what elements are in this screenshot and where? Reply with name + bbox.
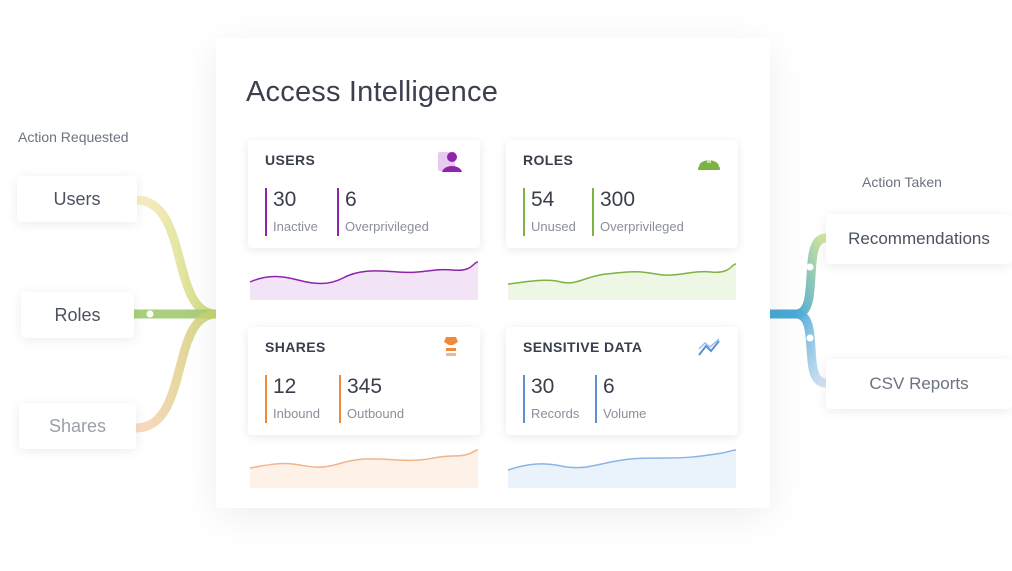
requested-users[interactable]: Users (17, 176, 137, 222)
metric-value: 54 (531, 188, 555, 211)
metric-label: Inactive (273, 219, 318, 234)
metric-value: 30 (273, 188, 297, 211)
shares-card[interactable]: SHARES 12 Inbound 345 Outbound (248, 327, 480, 435)
shares-card-title: SHARES (265, 339, 326, 355)
share-stack-icon (444, 337, 458, 356)
users-card-title: USERS (265, 152, 316, 168)
users-inactive-metric: 30 Inactive (265, 188, 318, 236)
metric-value: 6 (345, 188, 357, 211)
hard-hat-icon (698, 156, 720, 170)
users-card[interactable]: USERS 30 Inactive 6 Overprivileged (248, 140, 480, 248)
shares-flow (135, 309, 217, 433)
metric-label: Overprivileged (345, 219, 429, 234)
metric-value: 300 (600, 188, 636, 211)
taken-csv-reports[interactable]: CSV Reports (826, 359, 1012, 409)
requested-shares[interactable]: Shares (19, 403, 136, 449)
metric-label: Records (531, 406, 580, 421)
users-flow (135, 195, 217, 319)
trend-icon (698, 338, 720, 356)
roles-card[interactable]: ROLES 54 Unused 300 Overprivileged (506, 140, 738, 248)
metric-label: Volume (603, 406, 647, 421)
sensitive-data-sparkline (507, 449, 737, 488)
shares-inbound-metric: 12 Inbound (265, 375, 320, 423)
metric-label: Inbound (273, 406, 320, 421)
action-requested-heading: Action Requested (18, 129, 129, 145)
sensitive-data-card-title: SENSITIVE DATA (523, 339, 643, 355)
roles-unused-metric: 54 Unused (523, 188, 576, 236)
users-sparkline (249, 261, 479, 300)
metric-value: 30 (531, 375, 555, 398)
metric-label: Unused (531, 219, 576, 234)
metric-value: 12 (273, 375, 297, 398)
roles-card-title: ROLES (523, 152, 574, 168)
roles-overprivileged-metric: 300 Overprivileged (592, 188, 684, 236)
users-overprivileged-metric: 6 Overprivileged (337, 188, 429, 236)
metric-label: Outbound (347, 406, 405, 421)
sensitive-volume-metric: 6 Volume (595, 375, 646, 423)
roles-sparkline (507, 263, 737, 300)
csv-flow (794, 309, 828, 388)
page-title: Access Intelligence (246, 76, 499, 108)
requested-roles[interactable]: Roles (21, 292, 134, 338)
metric-value: 345 (347, 375, 383, 398)
sensitive-records-metric: 30 Records (523, 375, 579, 423)
metric-value: 6 (603, 375, 615, 398)
sensitive-data-card[interactable]: SENSITIVE DATA 30 Records 6 Volume (506, 327, 738, 435)
user-icon (438, 152, 462, 172)
recommendations-flow (794, 233, 828, 319)
access-intelligence-panel: Access Intelligence USERS 30 Inactive 6 … (216, 38, 770, 508)
action-taken-heading: Action Taken (862, 174, 942, 190)
shares-sparkline (249, 449, 479, 488)
taken-recommendations[interactable]: Recommendations (826, 214, 1012, 264)
metric-label: Overprivileged (600, 219, 684, 234)
shares-outbound-metric: 345 Outbound (339, 375, 404, 423)
